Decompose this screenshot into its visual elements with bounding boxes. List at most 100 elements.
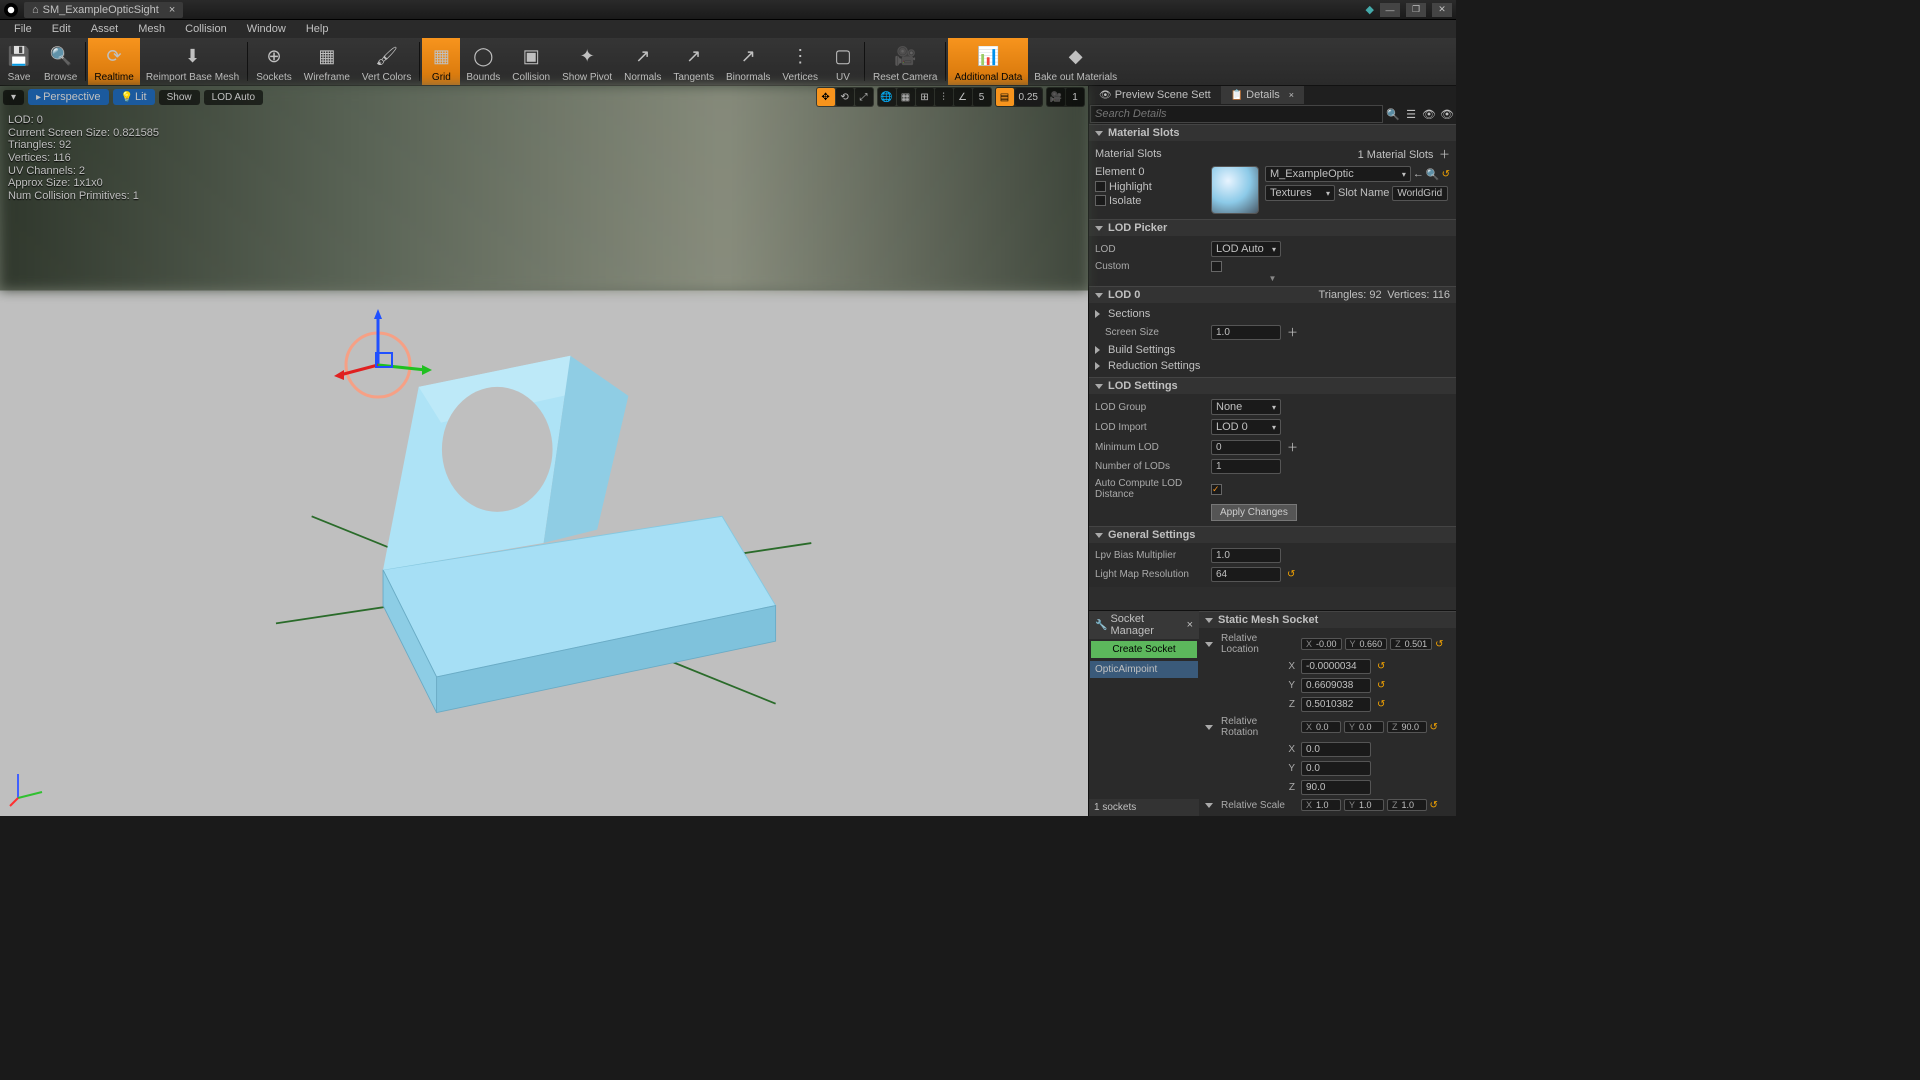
min-lod-input[interactable] <box>1211 440 1281 455</box>
toolbar-normals-button[interactable]: ↗Normals <box>618 38 667 85</box>
screen-size-input[interactable] <box>1211 325 1281 340</box>
toolbar-wireframe-button[interactable]: ▦Wireframe <box>298 38 356 85</box>
menu-collision[interactable]: Collision <box>175 21 237 37</box>
custom-lod-checkbox[interactable] <box>1211 261 1222 272</box>
menu-window[interactable]: Window <box>237 21 296 37</box>
tab-details[interactable]: 📋 Details× <box>1221 86 1304 104</box>
surface-snap-icon[interactable]: ▦ <box>897 88 915 106</box>
material-thumbnail[interactable] <box>1211 166 1259 214</box>
use-selected-icon[interactable]: ← <box>1413 168 1424 180</box>
num-lods-input[interactable] <box>1211 459 1281 474</box>
filter-list-icon[interactable]: ☰ <box>1403 106 1419 122</box>
toolbar-save-button[interactable]: 💾Save <box>0 38 38 85</box>
close-tab-icon[interactable]: × <box>169 4 175 16</box>
toolbar-reimport-base-mesh-button[interactable]: ⬇Reimport Base Mesh <box>140 38 245 85</box>
asset-tab[interactable]: ⌂ SM_ExampleOpticSight × <box>24 2 183 18</box>
reset-icon[interactable]: ↺ <box>1442 169 1450 180</box>
toolbar-sockets-button[interactable]: ⊕Sockets <box>250 38 298 85</box>
toolbar-additional-data-button[interactable]: 📊Additional Data <box>948 38 1028 85</box>
loc-x-input[interactable] <box>1301 659 1371 674</box>
toolbar-vert-colors-button[interactable]: 🖌Vert Colors <box>356 38 417 85</box>
browse-icon[interactable]: 🔍 <box>1426 168 1440 181</box>
highlight-checkbox[interactable] <box>1095 181 1106 192</box>
toolbar-vertices-button[interactable]: ⋮Vertices <box>776 38 824 85</box>
textures-dropdown[interactable]: Textures <box>1265 185 1335 201</box>
section-general-settings[interactable]: General Settings <box>1089 526 1456 543</box>
toolbar-bounds-button[interactable]: ◯Bounds <box>460 38 506 85</box>
close-button[interactable]: ✕ <box>1432 3 1452 17</box>
create-socket-button[interactable]: Create Socket <box>1091 641 1197 658</box>
menu-mesh[interactable]: Mesh <box>128 21 175 37</box>
grid-snap-value[interactable]: ⫶ <box>935 88 953 106</box>
auto-lod-checkbox[interactable] <box>1211 484 1222 495</box>
toolbar-grid-button[interactable]: ▦Grid <box>422 38 460 85</box>
section-lod-picker[interactable]: LOD Picker <box>1089 219 1456 236</box>
search-icon[interactable]: 🔍 <box>1385 106 1401 122</box>
slotname-input[interactable] <box>1392 186 1448 201</box>
tab-preview-scene[interactable]: 👁 Preview Scene Sett <box>1089 86 1221 104</box>
viewport[interactable]: ▾ ▸ Perspective 💡Lit Show LOD Auto ✥ ⟲ ⤢… <box>0 86 1088 816</box>
reduction-settings-row[interactable]: Reduction Settings <box>1095 358 1450 374</box>
rot-z-input[interactable] <box>1301 780 1371 795</box>
viewport-options-button[interactable]: ▾ <box>3 90 24 105</box>
scale-snap-value[interactable]: 0.25 <box>1015 88 1042 106</box>
toolbar-browse-button[interactable]: 🔍Browse <box>38 38 83 85</box>
section-static-mesh-socket[interactable]: Static Mesh Socket <box>1199 611 1456 628</box>
coord-space-icon[interactable]: 🌐 <box>878 88 896 106</box>
scale-mode-icon[interactable]: ⤢ <box>855 88 873 106</box>
socket-list-item[interactable]: OpticAimpoint <box>1090 661 1198 678</box>
loc-y-input[interactable] <box>1301 678 1371 693</box>
toolbar-binormals-button[interactable]: ↗Binormals <box>720 38 776 85</box>
reset-icon[interactable]: ↺ <box>1430 800 1438 811</box>
minimize-button[interactable]: — <box>1380 3 1400 17</box>
scale-snap-toggle-icon[interactable]: ▤ <box>996 88 1014 106</box>
loc-z-input[interactable] <box>1301 697 1371 712</box>
build-settings-row[interactable]: Build Settings <box>1095 342 1450 358</box>
toolbar-tangents-button[interactable]: ↗Tangents <box>667 38 720 85</box>
reset-icon[interactable]: ↺ <box>1435 639 1443 650</box>
material-dropdown[interactable]: M_ExampleOptic <box>1265 166 1411 182</box>
rot-y-input[interactable] <box>1301 761 1371 776</box>
menu-edit[interactable]: Edit <box>42 21 81 37</box>
expand-advanced-icon[interactable]: ▼ <box>1095 274 1450 283</box>
camera-speed-icon[interactable]: 🎥 <box>1047 88 1065 106</box>
toolbar-collision-button[interactable]: ▣Collision <box>506 38 556 85</box>
toolbar-uv-button[interactable]: ▢UV <box>824 38 862 85</box>
grid-snap-icon[interactable]: ⊞ <box>916 88 934 106</box>
lod-import-dropdown[interactable]: LOD 0 <box>1211 419 1281 435</box>
reset-icon[interactable]: ↺ <box>1287 569 1295 580</box>
reset-icon[interactable]: ↺ <box>1377 661 1385 672</box>
toolbar-show-pivot-button[interactable]: ✦Show Pivot <box>556 38 618 85</box>
reset-icon[interactable]: ↺ <box>1377 680 1385 691</box>
section-material-slots[interactable]: Material Slots <box>1089 124 1456 141</box>
filter-eye-icon[interactable]: 👁 <box>1421 106 1437 122</box>
add-min-lod-icon[interactable]: ＋ <box>1287 439 1298 455</box>
transform-gizmo[interactable] <box>326 305 446 425</box>
lod-dropdown[interactable]: LOD Auto <box>1211 241 1281 257</box>
toolbar-realtime-button[interactable]: ⟳Realtime <box>88 38 139 85</box>
angle-snap-value[interactable]: 5 <box>973 88 991 106</box>
maximize-button[interactable]: ❐ <box>1406 3 1426 17</box>
sections-row[interactable]: Sections <box>1095 306 1450 322</box>
section-lod0[interactable]: LOD 0 Triangles: 92 Vertices: 116 <box>1089 286 1456 303</box>
perspective-button[interactable]: ▸ Perspective <box>28 89 109 105</box>
filter-advanced-icon[interactable]: 👁 <box>1439 106 1455 122</box>
translate-mode-icon[interactable]: ✥ <box>817 88 835 106</box>
isolate-checkbox[interactable] <box>1095 195 1106 206</box>
search-input[interactable] <box>1090 105 1383 123</box>
lpv-bias-input[interactable] <box>1211 548 1281 563</box>
menu-file[interactable]: File <box>4 21 42 37</box>
angle-snap-icon[interactable]: ∠ <box>954 88 972 106</box>
lit-button[interactable]: 💡Lit <box>113 89 155 105</box>
add-slot-icon[interactable]: ＋ <box>1439 149 1450 161</box>
toolbar-reset-camera-button[interactable]: 🎥Reset Camera <box>867 38 943 85</box>
add-screen-icon[interactable]: ＋ <box>1287 324 1298 340</box>
apply-changes-button[interactable]: Apply Changes <box>1211 504 1297 521</box>
rotate-mode-icon[interactable]: ⟲ <box>836 88 854 106</box>
lod-group-dropdown[interactable]: None <box>1211 399 1281 415</box>
source-control-icon[interactable]: ◆ <box>1366 3 1374 17</box>
camera-speed-value[interactable]: 1 <box>1066 88 1084 106</box>
menu-asset[interactable]: Asset <box>81 21 129 37</box>
close-icon[interactable]: × <box>1289 90 1294 100</box>
reset-icon[interactable]: ↺ <box>1430 722 1438 733</box>
